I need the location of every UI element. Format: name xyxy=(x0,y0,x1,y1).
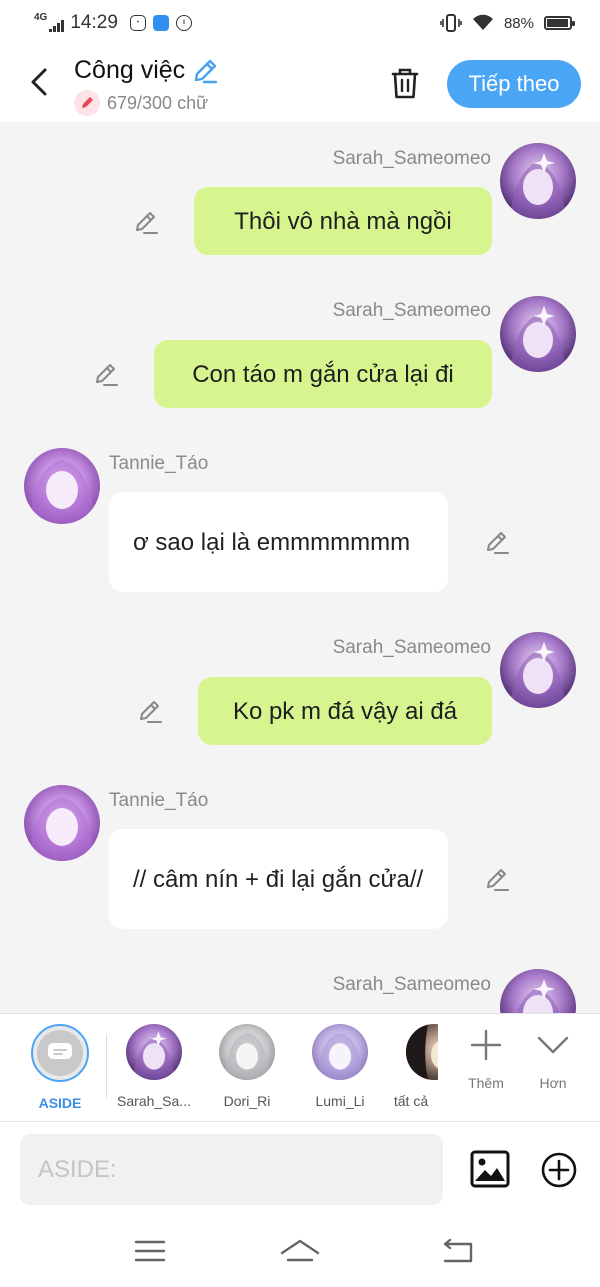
avatar xyxy=(219,1024,275,1080)
menu-icon[interactable] xyxy=(130,1233,170,1269)
sender-name: Sarah_Sameomeo xyxy=(332,300,491,321)
avatar xyxy=(406,1024,438,1080)
sender-name: Sarah_Sameomeo xyxy=(332,974,491,995)
app-status-icon: ‖ xyxy=(175,15,192,31)
avatar[interactable] xyxy=(500,143,576,219)
edit-message-icon[interactable] xyxy=(132,208,160,236)
avatar[interactable] xyxy=(500,632,576,708)
message-text: ơ sao lại là emmmmmmm xyxy=(133,528,411,556)
message-input[interactable] xyxy=(20,1134,443,1205)
system-nav-bar xyxy=(0,1217,600,1287)
word-count-text: 679/300 chữ xyxy=(107,92,209,113)
character-bar: ASIDE Sarah_Sa... Dori_Ri Lumi_Li tất cả… xyxy=(0,1013,600,1122)
avatar xyxy=(312,1024,368,1080)
message-text: Ko pk m đá vậy ai đá xyxy=(232,697,458,725)
message-bubble[interactable]: ơ sao lại là emmmmmmm xyxy=(109,492,448,592)
sender-name: Sarah_Sameomeo xyxy=(332,637,491,658)
more-button[interactable]: Hơn xyxy=(523,1028,583,1091)
character-sarah[interactable]: Sarah_Sa... xyxy=(111,1024,197,1109)
network-type: 4G xyxy=(34,12,48,23)
speech-bubble-icon xyxy=(48,1043,72,1059)
next-button[interactable]: Tiếp theo xyxy=(447,60,581,108)
character-lumi[interactable]: Lumi_Li xyxy=(297,1024,383,1109)
sender-name: Tannie_Táo xyxy=(109,790,209,811)
character-label: ASIDE xyxy=(38,1095,82,1111)
avatar xyxy=(126,1024,182,1080)
wifi-icon xyxy=(472,14,493,30)
pencil-icon xyxy=(74,90,100,116)
status-bar: 4G 14:29 • ‖ 88% xyxy=(0,0,600,46)
avatar[interactable] xyxy=(24,785,100,861)
sender-name: Sarah_Sameomeo xyxy=(332,148,491,169)
add-circle-icon[interactable] xyxy=(540,1151,578,1189)
aside-avatar xyxy=(31,1024,89,1082)
app-notification-icon xyxy=(152,15,169,31)
character-all[interactable]: tất cả xyxy=(384,1024,438,1109)
word-count: 679/300 chữ xyxy=(74,90,208,116)
edit-title-icon[interactable] xyxy=(191,57,219,85)
signal-icon xyxy=(49,20,65,32)
message-bubble[interactable]: // câm nín + đi lại gắn cửa// xyxy=(109,829,448,929)
page-title[interactable]: Công việc xyxy=(74,56,219,85)
chat-area: Sarah_Sameomeo Thôi vô nhà mà ngồi Sarah… xyxy=(0,122,600,1013)
edit-message-icon[interactable] xyxy=(136,697,164,725)
home-icon[interactable] xyxy=(280,1233,320,1269)
vibrate-icon xyxy=(440,14,462,32)
character-aside[interactable]: ASIDE xyxy=(17,1024,103,1111)
chevron-down-icon xyxy=(537,1036,569,1054)
edit-message-icon[interactable] xyxy=(92,360,120,388)
chevron-left-icon xyxy=(31,68,47,96)
page-title-text: Công việc xyxy=(74,56,186,84)
character-label: Dori_Ri xyxy=(223,1093,271,1109)
avatar[interactable] xyxy=(500,296,576,372)
add-label: Thêm xyxy=(468,1075,504,1091)
edit-message-icon[interactable] xyxy=(483,528,511,556)
message-bubble[interactable]: Ko pk m đá vậy ai đá xyxy=(198,677,492,745)
character-label: Sarah_Sa... xyxy=(117,1093,191,1109)
divider xyxy=(106,1034,107,1098)
character-dori[interactable]: Dori_Ri xyxy=(204,1024,290,1109)
battery-level xyxy=(547,19,569,27)
add-character-button[interactable]: Thêm xyxy=(456,1028,516,1091)
message-text: // câm nín + đi lại gắn cửa// xyxy=(133,865,424,893)
battery-percent: 88% xyxy=(503,14,534,32)
avatar[interactable] xyxy=(500,969,576,1013)
image-icon[interactable] xyxy=(470,1150,510,1188)
character-label: tất cả xyxy=(393,1093,429,1109)
clock: 14:29 xyxy=(70,12,118,33)
zalo-icon: • xyxy=(129,15,146,31)
message-bubble[interactable]: Con táo m gắn cửa lại đi xyxy=(154,340,492,408)
back-nav-icon[interactable] xyxy=(437,1233,477,1269)
back-button[interactable] xyxy=(24,64,54,100)
message-text: Thôi vô nhà mà ngồi xyxy=(234,207,452,235)
battery-icon xyxy=(544,16,575,30)
avatar[interactable] xyxy=(24,448,100,524)
sender-name: Tannie_Táo xyxy=(109,453,209,474)
message-text: Con táo m gắn cửa lại đi xyxy=(192,360,454,388)
more-label: Hơn xyxy=(539,1075,567,1091)
edit-message-icon[interactable] xyxy=(483,865,511,893)
character-label: Lumi_Li xyxy=(315,1093,365,1109)
message-bubble[interactable]: Thôi vô nhà mà ngồi xyxy=(194,187,492,255)
trash-icon[interactable] xyxy=(386,64,424,102)
plus-icon xyxy=(470,1029,502,1061)
input-bar xyxy=(0,1122,600,1217)
header: Công việc 679/300 chữ Tiếp theo xyxy=(0,46,600,122)
